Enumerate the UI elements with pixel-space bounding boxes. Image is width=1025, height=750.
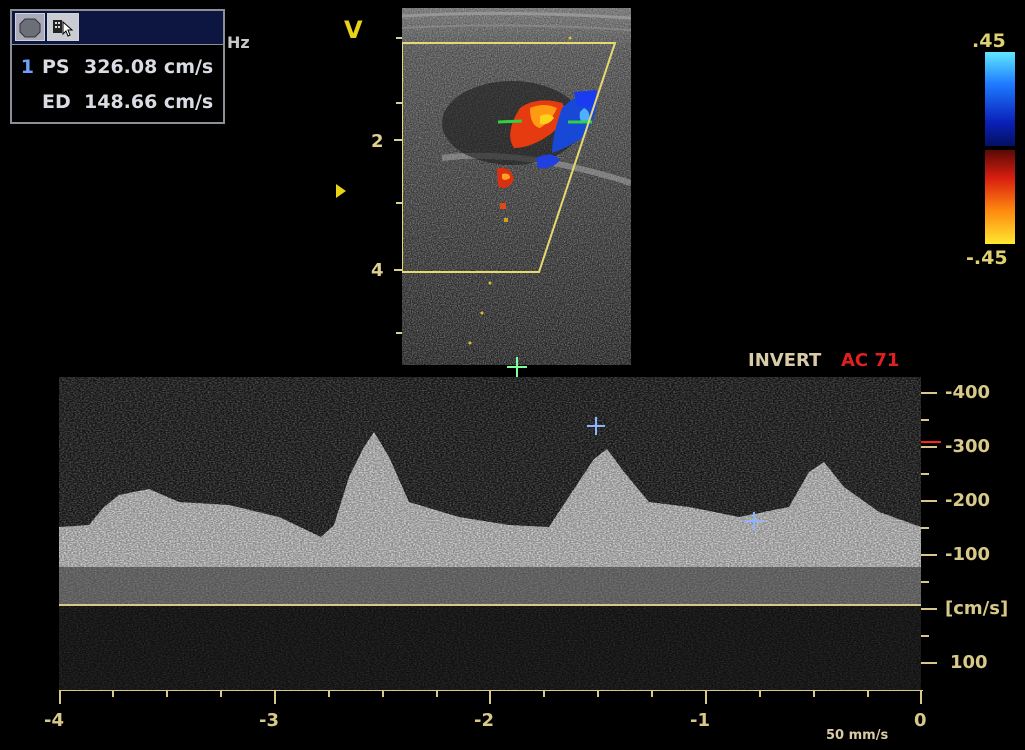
measurement-toolbar (12, 11, 223, 45)
angle-correction-indicator: AC 71 (841, 350, 900, 371)
time-tick-label: -3 (259, 710, 279, 731)
measurement-value: 148.66 cm/s (84, 91, 214, 113)
ed-caliper-icon[interactable] (744, 511, 764, 531)
spectral-doppler-display (59, 377, 921, 690)
measurement-index: 1 (20, 56, 34, 78)
measurement-row-ps: 1 PS 326.08 cm/s (12, 56, 213, 78)
sweep-speed-label: 50 mm/s (826, 728, 889, 743)
velocity-tick-label: 100 (950, 652, 988, 673)
velocity-tick-label: -100 (945, 544, 991, 565)
measurement-panel: 1 PS 326.08 cm/s ED 148.66 cm/s (10, 9, 225, 124)
velocity-unit-label: [cm/s] (945, 598, 1009, 619)
record-button[interactable] (15, 13, 45, 41)
time-tick-label: -4 (44, 710, 64, 731)
orientation-marker: V (344, 16, 363, 44)
time-axis-ticks (59, 690, 923, 704)
velocity-tick-label: -300 (945, 436, 991, 457)
measurement-label: ED (42, 91, 71, 113)
invert-indicator: INVERT (748, 350, 822, 371)
color-scale-bottom-label: -.45 (966, 247, 1008, 269)
time-tick-label: -1 (690, 710, 710, 731)
color-scale-bar (985, 52, 1015, 244)
octagon-stop-icon (19, 18, 41, 38)
color-scale-top-label: .45 (972, 30, 1006, 52)
measurement-label: PS (42, 56, 70, 78)
measurement-row-ed: ED 148.66 cm/s (12, 91, 213, 113)
gate-crosshair-icon (507, 357, 527, 377)
cursor-grid-icon (53, 20, 74, 37)
velocity-scale-ticks (921, 392, 941, 664)
measurement-value: 326.08 cm/s (84, 56, 214, 78)
depth-scale (388, 8, 402, 365)
time-tick-label: -2 (474, 710, 494, 731)
cursor-tool-button[interactable] (47, 13, 79, 41)
velocity-tick-label: -200 (945, 490, 991, 511)
gate-left (497, 119, 523, 124)
bmode-image (402, 8, 631, 365)
depth-label-4: 4 (371, 260, 384, 281)
depth-label-2: 2 (371, 131, 384, 152)
time-tick-label: 0 (914, 710, 927, 731)
velocity-tick-label: -400 (945, 382, 991, 403)
focus-marker-icon (336, 184, 346, 198)
frequency-unit-label: Hz (227, 33, 250, 52)
ps-caliper-icon[interactable] (586, 416, 606, 436)
